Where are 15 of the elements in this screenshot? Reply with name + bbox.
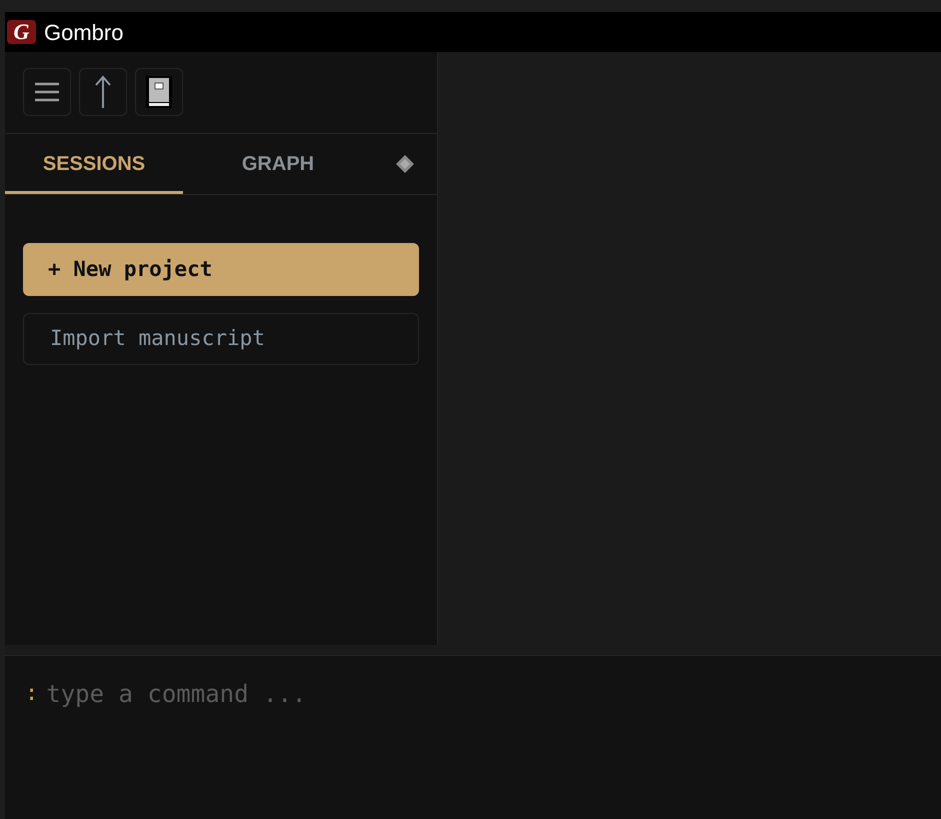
command-prompt: : xyxy=(25,680,38,708)
notebook-button[interactable] xyxy=(135,68,183,116)
menu-button[interactable] xyxy=(23,68,71,116)
diamond-icon[interactable] xyxy=(395,154,415,174)
app-logo: G xyxy=(7,20,36,44)
command-input[interactable]: type a command ... xyxy=(46,676,921,712)
notebook-icon xyxy=(145,75,173,109)
up-arrow-icon xyxy=(95,75,111,109)
upload-button[interactable] xyxy=(79,68,127,116)
window-title: Gombro xyxy=(44,18,124,46)
new-project-button[interactable]: + New project xyxy=(23,243,419,296)
import-manuscript-button[interactable]: Import manuscript xyxy=(23,313,419,365)
tab[interactable]: SESSIONS xyxy=(5,134,183,194)
menu-icon xyxy=(34,81,60,103)
tab[interactable]: GRAPH xyxy=(183,134,373,194)
